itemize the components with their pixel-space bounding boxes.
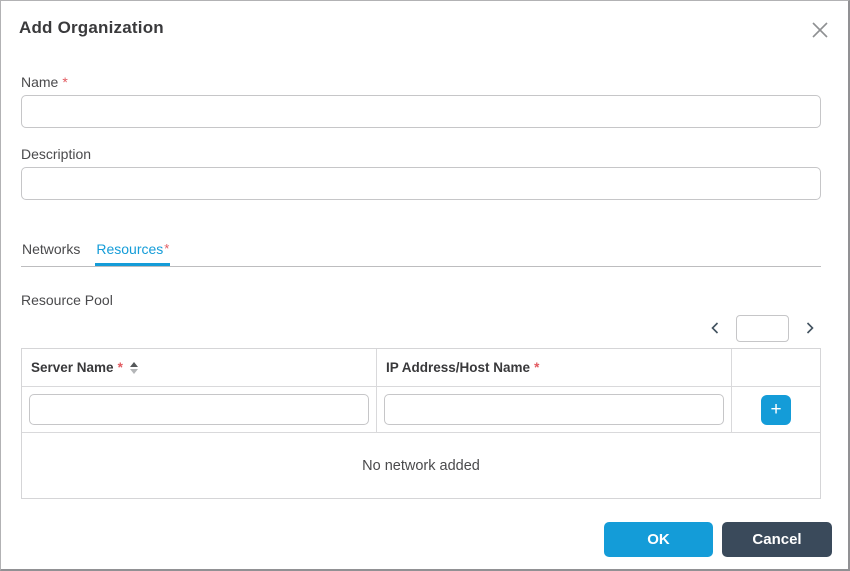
description-field-group: Description — [21, 146, 821, 200]
ok-button[interactable]: OK — [604, 522, 713, 557]
column-header-ip-address: IP Address/Host Name * — [377, 349, 732, 386]
tab-resources-label: Resources — [96, 241, 164, 257]
tab-networks-label: Networks — [22, 241, 81, 257]
next-page-button[interactable] — [802, 319, 818, 337]
column-label: Server Name — [31, 360, 114, 375]
name-label-text: Name — [21, 74, 59, 90]
close-icon[interactable] — [808, 18, 832, 42]
empty-state-text: No network added — [362, 457, 480, 474]
actions-cell: + — [732, 387, 820, 432]
column-label: IP Address/Host Name — [386, 360, 531, 375]
cancel-button[interactable]: Cancel — [722, 522, 832, 557]
dialog-footer: OK Cancel — [604, 522, 832, 557]
required-asterisk: * — [534, 360, 540, 375]
ip-address-input[interactable] — [384, 394, 724, 425]
tab-resources[interactable]: Resources* — [95, 241, 170, 266]
required-asterisk: * — [62, 74, 68, 90]
name-input[interactable] — [21, 95, 821, 128]
required-asterisk: * — [117, 360, 123, 375]
name-label: Name * — [21, 74, 821, 90]
description-label: Description — [21, 146, 92, 162]
pagination — [1, 314, 818, 342]
new-resource-row: + — [22, 387, 820, 433]
column-header-server-name[interactable]: Server Name * — [22, 349, 377, 386]
resource-pool-table: Server Name * IP Address/Host Name * + N… — [21, 348, 821, 499]
dialog-header: Add Organization — [1, 1, 848, 38]
required-asterisk: * — [164, 241, 170, 256]
server-name-input[interactable] — [29, 394, 369, 425]
chevron-left-icon — [711, 322, 719, 334]
server-name-cell — [22, 387, 377, 432]
page-number-input[interactable] — [736, 314, 789, 342]
tab-networks[interactable]: Networks — [21, 241, 81, 266]
sort-icon[interactable] — [129, 361, 138, 374]
chevron-right-icon — [806, 322, 814, 334]
prev-page-button[interactable] — [707, 319, 723, 337]
table-header-row: Server Name * IP Address/Host Name * — [22, 349, 820, 387]
empty-state-row: No network added — [22, 433, 820, 498]
description-input[interactable] — [21, 167, 821, 200]
column-header-actions — [732, 349, 820, 386]
add-row-button[interactable]: + — [761, 394, 791, 425]
ip-address-cell — [377, 387, 732, 432]
tab-bar: Networks Resources* — [21, 241, 821, 267]
resource-pool-label: Resource Pool — [21, 292, 113, 308]
page-title: Add Organization — [19, 18, 164, 37]
sort-asc-arrow-icon — [129, 361, 138, 367]
add-organization-dialog: Add Organization Name * Description Netwo… — [0, 0, 850, 571]
name-field-group: Name * — [21, 74, 821, 128]
sort-desc-arrow-icon — [129, 368, 138, 374]
